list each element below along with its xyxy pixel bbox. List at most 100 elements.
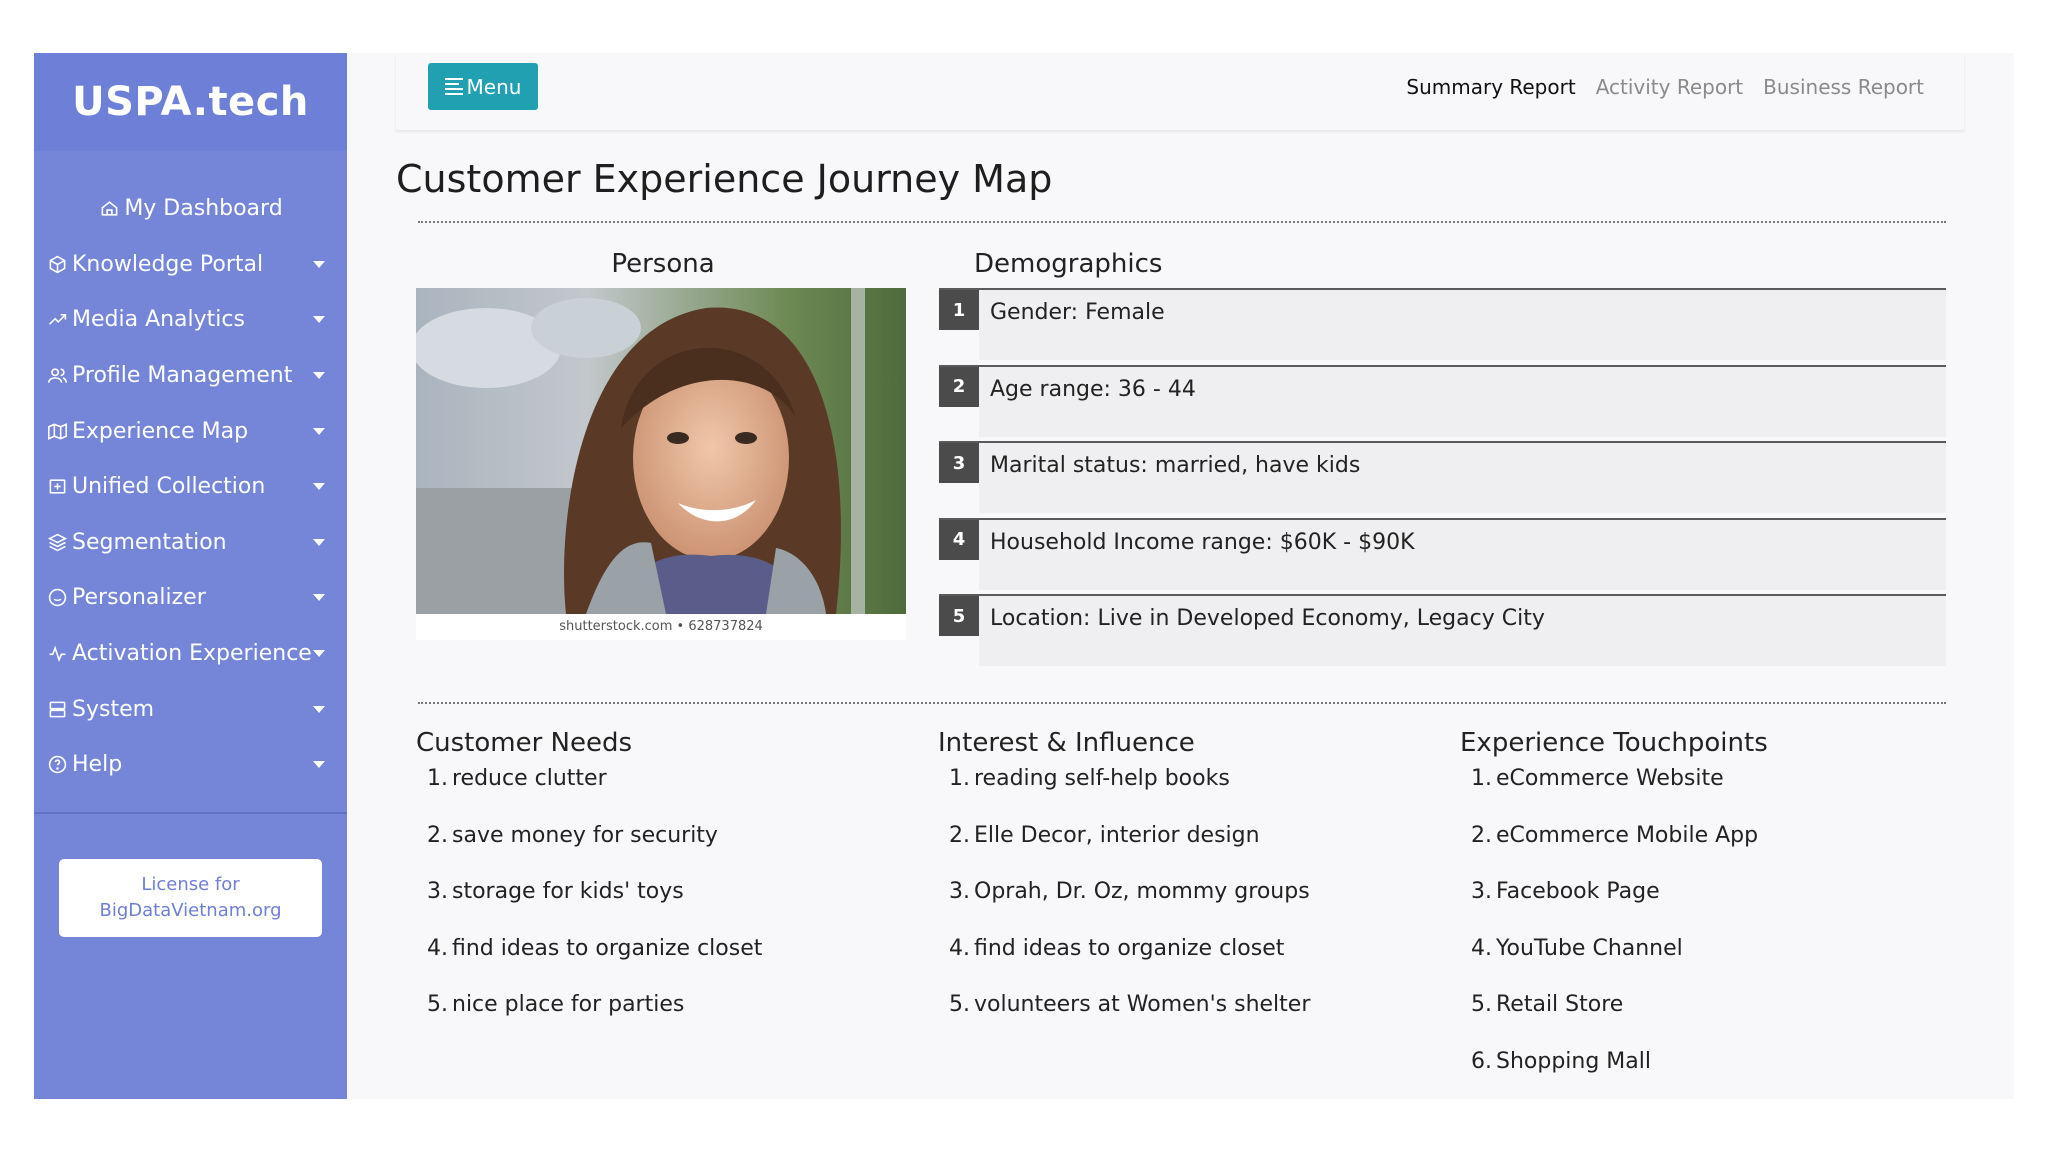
sidebar-item-label: Segmentation bbox=[72, 529, 227, 555]
sidebar-item-label: Profile Management bbox=[72, 363, 293, 389]
sidebar-nav: My Dashboard Knowledge Portal Media Anal… bbox=[34, 181, 347, 793]
sidebar-item-label: Personalizer bbox=[72, 585, 206, 611]
interest-influence-section: Interest & Influence 1. reading self-help… bbox=[938, 728, 1438, 1045]
customer-needs-list: 1. reduce clutter 2. save money for securi… bbox=[416, 762, 916, 1045]
demographic-row: 5 Location: Live in Developed Economy, L… bbox=[939, 594, 1946, 671]
license-line-1: License for bbox=[141, 874, 240, 895]
tab-activity-report[interactable]: Activity Report bbox=[1596, 75, 1743, 99]
home-icon bbox=[98, 198, 120, 220]
sidebar-item-label: My Dashboard bbox=[124, 196, 283, 222]
demographics-heading: Demographics bbox=[974, 249, 1163, 279]
persona-image bbox=[416, 288, 906, 614]
chevron-down-icon bbox=[313, 761, 325, 769]
demographic-text: Location: Live in Developed Economy, Leg… bbox=[990, 606, 1545, 631]
list-item: 5. volunteers at Women's shelter bbox=[949, 992, 1311, 1017]
cube-icon bbox=[46, 253, 68, 275]
page-title: Customer Experience Journey Map bbox=[396, 157, 1053, 201]
sidebar-item-label: Help bbox=[72, 752, 123, 778]
experience-touchpoints-heading: Experience Touchpoints bbox=[1460, 728, 1768, 758]
sidebar-item-label: Media Analytics bbox=[72, 307, 245, 333]
demographic-row: 3 Marital status: married, have kids bbox=[939, 441, 1946, 518]
demographic-row: 4 Household Income range: $60K - $90K bbox=[939, 517, 1946, 595]
list-item: 1. reduce clutter bbox=[427, 766, 607, 791]
number-badge: 2 bbox=[939, 366, 979, 407]
sidebar-item-media-analytics[interactable]: Media Analytics bbox=[34, 292, 347, 348]
persona-photo: shutterstock.com • 628737824 bbox=[416, 288, 906, 640]
list-item: 2. Elle Decor, interior design bbox=[949, 822, 1260, 848]
sidebar-item-unified-collection[interactable]: Unified Collection bbox=[34, 459, 347, 515]
customer-needs-section: Customer Needs 1. reduce clutter 2. save m… bbox=[416, 728, 916, 1045]
divider-middle bbox=[418, 702, 1946, 704]
sidebar-item-my-dashboard[interactable]: My Dashboard bbox=[34, 181, 347, 237]
activity-icon bbox=[46, 643, 68, 665]
sidebar-item-label: System bbox=[72, 696, 155, 722]
demographic-row: 2 Age range: 36 - 44 bbox=[939, 364, 1946, 442]
chevron-down-icon bbox=[313, 427, 325, 435]
chevron-down-icon bbox=[313, 650, 325, 658]
server-icon bbox=[46, 698, 68, 720]
list-item: 3. Oprah, Dr. Oz, mommy groups bbox=[949, 879, 1310, 904]
number-badge: 4 bbox=[939, 519, 979, 560]
chevron-down-icon bbox=[313, 538, 325, 546]
map-icon bbox=[46, 420, 68, 442]
number-badge: 3 bbox=[939, 443, 979, 483]
chevron-down-icon bbox=[313, 260, 325, 268]
customer-needs-heading: Customer Needs bbox=[416, 728, 633, 758]
sidebar-item-profile-management[interactable]: Profile Management bbox=[34, 348, 347, 404]
list-item: 3. Facebook Page bbox=[1471, 879, 1660, 904]
sidebar-item-activation-experience[interactable]: Activation Experience bbox=[34, 626, 347, 682]
chevron-down-icon bbox=[313, 372, 325, 380]
sidebar-item-knowledge-portal[interactable]: Knowledge Portal bbox=[34, 237, 347, 293]
persona-heading: Persona bbox=[611, 249, 715, 279]
sidebar-divider bbox=[34, 812, 347, 814]
license-box[interactable]: License for BigDataVietnam.org bbox=[59, 859, 322, 937]
chevron-down-icon bbox=[313, 705, 325, 713]
list-item: 5. nice place for parties bbox=[427, 992, 685, 1017]
top-bar: Menu Summary Report Activity Report Busi… bbox=[396, 53, 1964, 130]
help-icon bbox=[46, 754, 68, 776]
chevron-down-icon bbox=[313, 483, 325, 491]
sidebar-item-help[interactable]: Help bbox=[34, 737, 347, 793]
demographic-text: Marital status: married, have kids bbox=[990, 453, 1361, 478]
number-badge: 1 bbox=[939, 290, 979, 330]
sidebar-item-label: Activation Experience bbox=[72, 641, 312, 667]
sidebar: USPA.tech My Dashboard Knowledge Portal bbox=[34, 53, 347, 1099]
demographics-list: 1 Gender: Female 2 Age range: 36 - 44 3 … bbox=[939, 288, 1946, 671]
tab-summary-report[interactable]: Summary Report bbox=[1406, 75, 1575, 99]
sidebar-item-label: Knowledge Portal bbox=[72, 251, 264, 277]
layers-icon bbox=[46, 531, 68, 553]
list-item: 6. Shopping Mall bbox=[1471, 1048, 1651, 1074]
report-tabs: Summary Report Activity Report Business … bbox=[1406, 53, 1924, 120]
app-frame: USPA.tech My Dashboard Knowledge Portal bbox=[34, 53, 2014, 1099]
sidebar-item-system[interactable]: System bbox=[34, 681, 347, 737]
sidebar-item-label: Experience Map bbox=[72, 418, 249, 444]
photo-credit: shutterstock.com • 628737824 bbox=[559, 619, 763, 634]
sidebar-item-label: Unified Collection bbox=[72, 474, 266, 500]
sidebar-item-personalizer[interactable]: Personalizer bbox=[34, 570, 347, 626]
list-item: 4. YouTube Channel bbox=[1471, 935, 1683, 961]
list-item: 1. reading self-help books bbox=[949, 766, 1230, 791]
trending-up-icon bbox=[46, 309, 68, 331]
list-item: 4. find ideas to organize closet bbox=[949, 935, 1285, 961]
tab-business-report[interactable]: Business Report bbox=[1763, 75, 1924, 99]
sidebar-item-experience-map[interactable]: Experience Map bbox=[34, 403, 347, 459]
list-item: 2. eCommerce Mobile App bbox=[1471, 822, 1759, 848]
sidebar-item-segmentation[interactable]: Segmentation bbox=[34, 515, 347, 571]
menu-button[interactable]: Menu bbox=[428, 63, 538, 110]
brand-logo[interactable]: USPA.tech bbox=[34, 53, 347, 151]
demographic-text: Gender: Female bbox=[990, 300, 1165, 325]
chevron-down-icon bbox=[313, 316, 325, 324]
collection-icon bbox=[46, 476, 68, 498]
experience-touchpoints-section: Experience Touchpoints 1. eCommerce Websi… bbox=[1460, 728, 1960, 1101]
list-item: 2. save money for security bbox=[427, 822, 718, 848]
menu-button-label: Menu bbox=[466, 74, 522, 99]
experience-touchpoints-list: 1. eCommerce Website 2. eCommerce Mobile A… bbox=[1460, 762, 1960, 1101]
hamburger-icon bbox=[444, 78, 463, 95]
list-item: 4. find ideas to organize closet bbox=[427, 935, 763, 961]
interest-influence-list: 1. reading self-help books 2. Elle Decor, … bbox=[938, 762, 1438, 1045]
list-item: 3. storage for kids' toys bbox=[427, 879, 684, 904]
list-item: 5. Retail Store bbox=[1471, 992, 1624, 1017]
users-icon bbox=[46, 365, 68, 387]
interest-influence-heading: Interest & Influence bbox=[938, 728, 1195, 758]
demographic-row: 1 Gender: Female bbox=[939, 288, 1946, 365]
